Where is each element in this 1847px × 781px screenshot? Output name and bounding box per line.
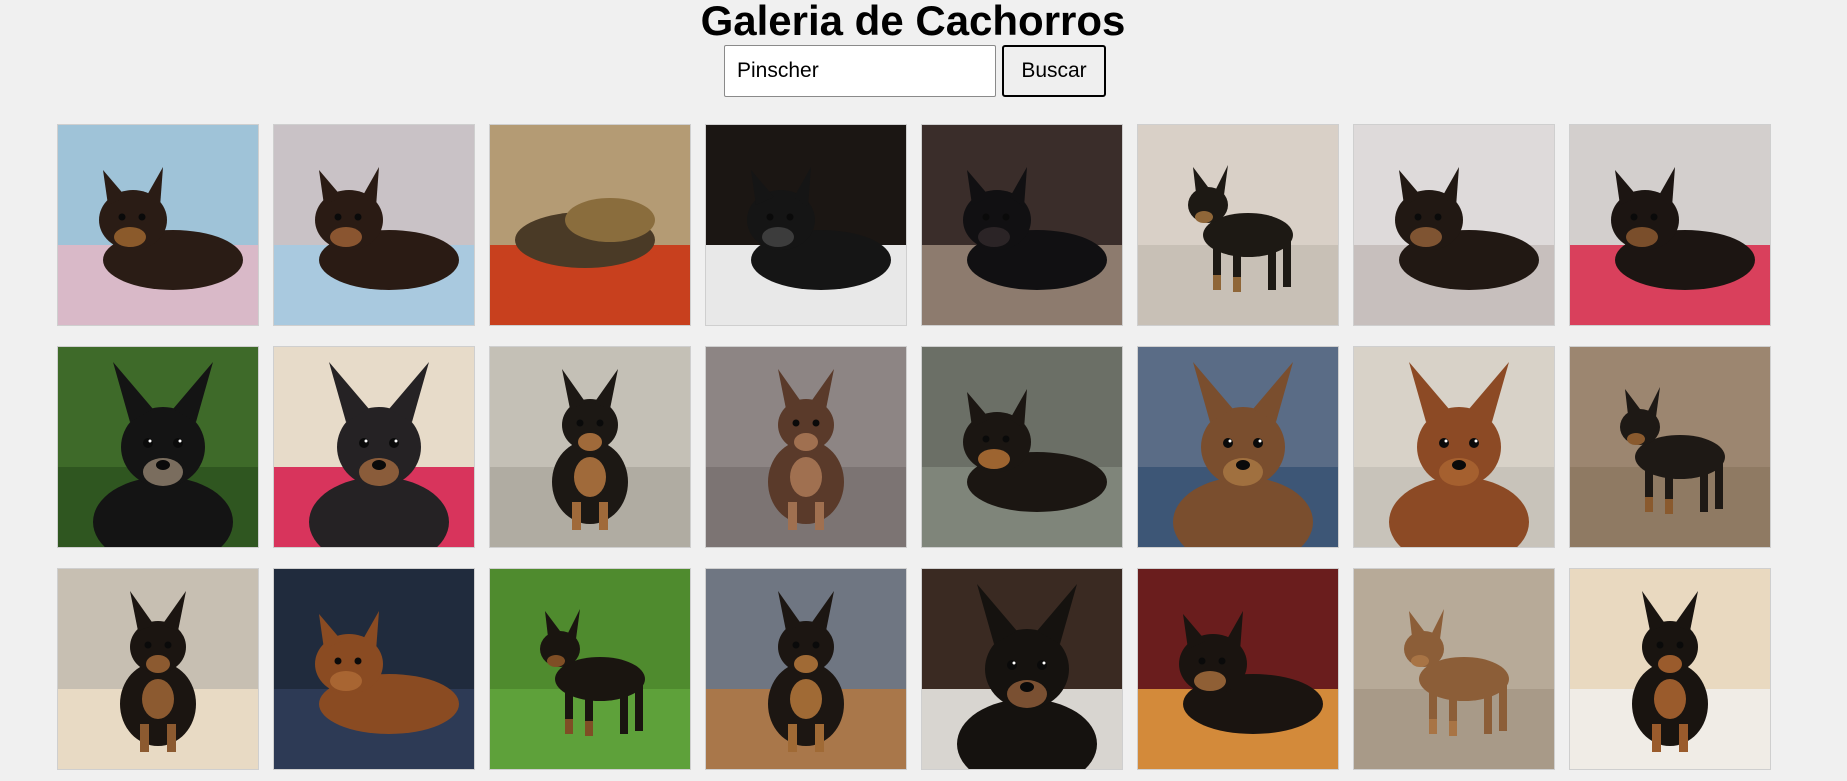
gallery-image[interactable] [489,346,691,548]
gallery-image[interactable] [489,568,691,770]
search-bar: Buscar [724,45,1106,97]
gallery-image[interactable] [489,124,691,326]
dog-photo [490,347,690,547]
gallery-image[interactable] [1137,124,1339,326]
dog-photo [58,347,258,547]
dog-photo [490,569,690,769]
gallery-image[interactable] [1353,346,1555,548]
dog-photo [922,569,1122,769]
dog-photo [274,347,474,547]
dog-photo [922,125,1122,325]
gallery-image[interactable] [273,568,475,770]
page: Galeria de Cachorros Buscar [0,0,1847,781]
gallery-image[interactable] [1569,346,1771,548]
dog-photo [1138,569,1338,769]
gallery-image[interactable] [921,124,1123,326]
gallery-image[interactable] [1353,124,1555,326]
dog-photo [274,125,474,325]
gallery-image[interactable] [273,346,475,548]
gallery-image[interactable] [273,124,475,326]
dog-photo [1570,125,1770,325]
dog-photo [1138,347,1338,547]
dog-photo [1354,347,1554,547]
gallery-image[interactable] [1569,568,1771,770]
dog-photo [706,125,906,325]
dog-photo [1354,569,1554,769]
gallery-image[interactable] [1137,346,1339,548]
dog-photo [1354,125,1554,325]
dog-photo [922,347,1122,547]
gallery-grid [57,124,1771,770]
gallery-image[interactable] [921,346,1123,548]
dog-photo [1570,347,1770,547]
gallery-image[interactable] [705,568,907,770]
dog-photo [490,125,690,325]
gallery-image[interactable] [705,346,907,548]
dog-photo [706,569,906,769]
gallery-image[interactable] [1137,568,1339,770]
dog-photo [1570,569,1770,769]
dog-photo [58,569,258,769]
gallery-image[interactable] [1353,568,1555,770]
search-button[interactable]: Buscar [1002,45,1106,97]
dog-photo [274,569,474,769]
gallery-image[interactable] [921,568,1123,770]
search-input[interactable] [724,45,996,97]
gallery-image[interactable] [705,124,907,326]
dog-photo [1138,125,1338,325]
gallery-image[interactable] [57,568,259,770]
page-title: Galeria de Cachorros [700,0,1126,44]
gallery-image[interactable] [1569,124,1771,326]
dog-photo [58,125,258,325]
gallery-image[interactable] [57,124,259,326]
dog-photo [706,347,906,547]
gallery-image[interactable] [57,346,259,548]
